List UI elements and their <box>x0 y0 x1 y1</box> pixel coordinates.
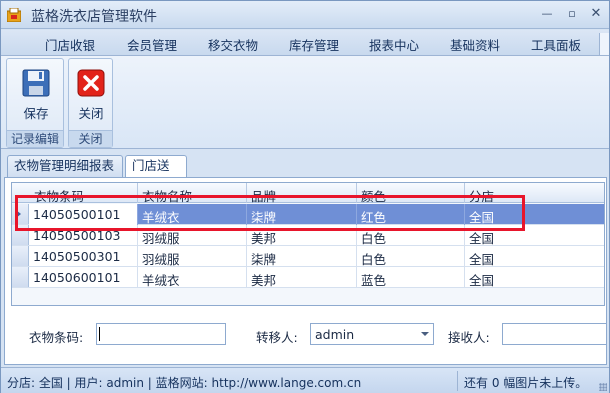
app-window: 蓝格洗衣店管理软件 — ▫ ✕ 门店收银 会员管理 移交衣物 库存管理 报表中心… <box>0 0 610 393</box>
tab-clothing-report[interactable]: 衣物管理明细报表 <box>7 155 123 177</box>
cell-branch: 全国 <box>469 252 495 267</box>
close-red-x-icon <box>77 69 105 97</box>
save-button[interactable]: 保存 <box>11 63 61 123</box>
status-upload-text: 还有 0 幅图片未上传。 <box>464 376 588 390</box>
cell-brand: 美邦 <box>251 273 277 288</box>
barcode-input[interactable] <box>96 323 226 345</box>
title-bar: 蓝格洗衣店管理软件 — ▫ ✕ <box>1 1 609 29</box>
menu-tab-inventory[interactable]: 库存管理 <box>289 35 339 54</box>
cell-code: 14050500301 <box>33 249 121 264</box>
receiver-input[interactable] <box>502 323 607 345</box>
resize-grip-icon[interactable] <box>599 383 607 391</box>
menu-scroll-edge <box>599 33 609 55</box>
maximize-icon[interactable]: ▫ <box>564 7 580 21</box>
menu-tab-tools[interactable]: 工具面板 <box>531 35 581 54</box>
ribbon-group-caption: 关闭 <box>69 130 112 147</box>
row-selector[interactable] <box>12 246 29 266</box>
cell-color: 蓝色 <box>361 273 387 288</box>
row-selector[interactable] <box>12 267 29 287</box>
menu-tab-transfer[interactable]: 移交衣物 <box>208 35 258 54</box>
document-tabs: 衣物管理明细报表 门店送洗 <box>1 149 609 193</box>
menu-tab-reports[interactable]: 报表中心 <box>369 35 419 54</box>
menu-bar: 门店收银 会员管理 移交衣物 库存管理 报表中心 基础资料 工具面板 <box>1 30 609 55</box>
transfer-person-value: admin <box>315 327 355 342</box>
menu-tab-basic-data[interactable]: 基础资料 <box>450 35 500 54</box>
close-icon[interactable]: ✕ <box>588 7 604 21</box>
barcode-label: 衣物条码: <box>29 330 84 345</box>
minimize-icon[interactable]: — <box>539 7 555 21</box>
cell-code: 14050600101 <box>33 270 121 285</box>
receiver-label: 接收人: <box>448 330 490 345</box>
transfer-person-select[interactable]: admin <box>310 323 434 345</box>
floppy-disk-icon <box>22 69 50 97</box>
close-label: 关闭 <box>78 106 104 121</box>
status-info: 分店: 全国 | 用户: admin | 蓝格网站: http://www.la… <box>7 376 362 390</box>
table-row[interactable]: 14050500301 羽绒服 柒牌 白色 全国 <box>12 246 604 267</box>
cell-brand: 柒牌 <box>251 252 277 267</box>
chevron-down-icon[interactable] <box>421 332 429 336</box>
close-button[interactable]: 关闭 <box>66 63 116 123</box>
save-label: 保存 <box>23 106 49 121</box>
window-title: 蓝格洗衣店管理软件 <box>31 9 157 25</box>
highlight-annotation-box <box>15 195 525 231</box>
cell-name: 羽绒服 <box>142 252 180 267</box>
status-upload-panel: 还有 0 幅图片未上传。 <box>457 371 607 391</box>
cell-color: 白色 <box>361 252 387 267</box>
text-caret <box>99 327 100 341</box>
transfer-person-label: 转移人: <box>256 330 298 345</box>
ribbon: 保存 记录编辑 关闭 关闭 <box>1 55 609 149</box>
ribbon-group-edit: 保存 记录编辑 <box>6 58 64 148</box>
cell-branch: 全国 <box>469 273 495 288</box>
menu-tab-members[interactable]: 会员管理 <box>127 35 177 54</box>
table-row[interactable]: 14050600101 羊绒衣 美邦 蓝色 全国 <box>12 267 604 288</box>
tab-store-laundry[interactable]: 门店送洗 <box>125 155 187 193</box>
status-bar: 分店: 全国 | 用户: admin | 蓝格网站: http://www.la… <box>1 367 609 393</box>
ribbon-group-close: 关闭 关闭 <box>68 58 113 148</box>
app-icon[interactable] <box>7 8 21 22</box>
ribbon-group-caption: 记录编辑 <box>7 130 63 147</box>
menu-tab-cashier[interactable]: 门店收银 <box>45 35 95 54</box>
cell-name: 羊绒衣 <box>142 273 180 288</box>
